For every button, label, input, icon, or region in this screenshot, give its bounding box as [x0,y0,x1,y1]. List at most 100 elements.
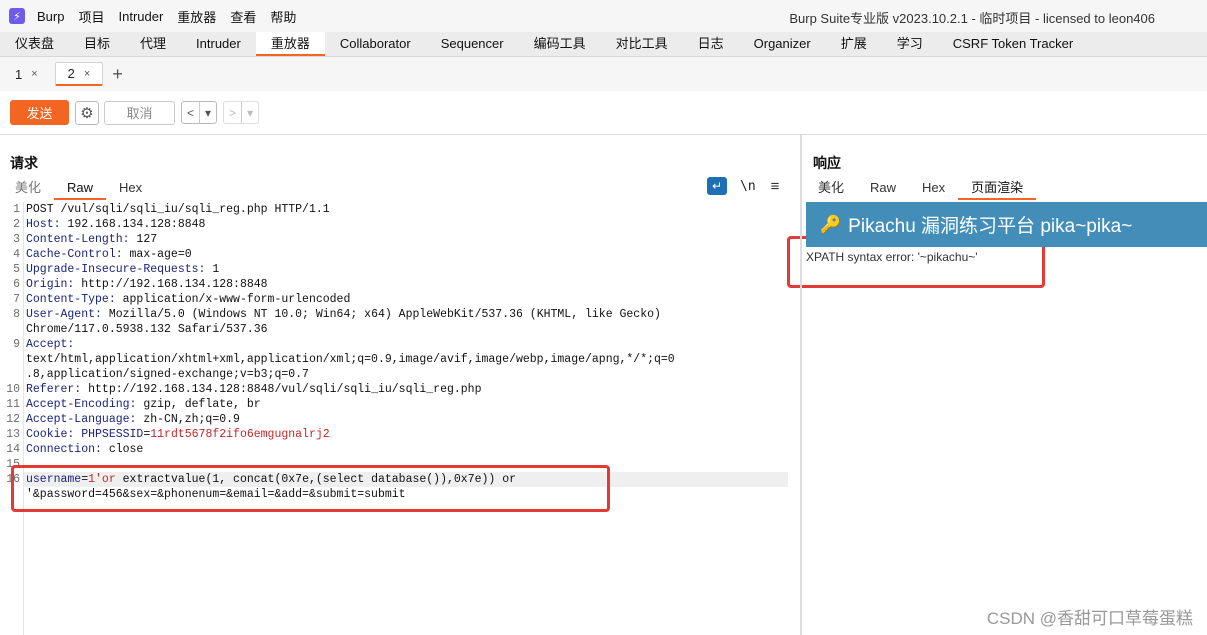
line-number: 13 [6,428,20,441]
tab-csrf-token-tracker[interactable]: CSRF Token Tracker [938,32,1088,56]
code-line[interactable]: text/html,application/xhtml+xml,applicat… [0,352,800,367]
menu-project[interactable]: 项目 [78,7,104,26]
code-line[interactable]: 10 Referer: http://192.168.134.128:8848/v… [0,382,800,397]
show-newlines-icon[interactable]: \n [740,179,756,194]
panel-divider[interactable] [800,135,802,635]
code-line[interactable]: 3 Content-Length: 127 [0,232,800,247]
window-title: Burp Suite专业版 v2023.10.2.1 - 临时项目 - lice… [789,11,1155,26]
code-token: Content-Type: [26,293,116,306]
code-token: gzip, deflate, br [136,398,261,411]
tab-repeater[interactable]: 重放器 [255,32,325,56]
repeater-tab-2[interactable]: 2 × [54,62,104,86]
code-line[interactable]: 8 User-Agent: Mozilla/5.0 (Windows NT 10.… [0,307,800,322]
repeater-toolbar: 发送 ⚙ 取消 < ▾ > ▾ [0,91,1207,135]
add-tab-icon[interactable]: + [112,64,123,85]
tab-learn[interactable]: 学习 [882,32,938,56]
tab-collaborator[interactable]: Collaborator [325,32,426,56]
chevron-left-icon[interactable]: < [182,106,199,120]
code-text: Origin: http://192.168.134.128:8848 [26,277,268,292]
tab-dashboard[interactable]: 仪表盘 [0,32,69,56]
line-number: 14 [6,443,20,456]
gear-icon[interactable]: ⚙ [75,100,99,125]
code-line[interactable]: 6 Origin: http://192.168.134.128:8848 [0,277,800,292]
line-number: 10 [6,383,20,396]
repeater-tab-label: 2 [67,66,75,81]
code-line[interactable]: 13 Cookie: PHPSESSID=11rdt5678f2ifo6emgug… [0,427,800,442]
code-line[interactable]: 7 Content-Type: application/x-www-form-ur… [0,292,800,307]
menu-repeater[interactable]: 重放器 [177,7,216,26]
request-editor[interactable]: 1 POST /vul/sqli/sqli_iu/sqli_reg.php HTT… [0,202,800,635]
code-line[interactable]: 5 Upgrade-Insecure-Requests: 1 [0,262,800,277]
history-back-group[interactable]: < ▾ [181,101,218,124]
tab-render[interactable]: 页面渲染 [958,178,1037,200]
tab-decoder[interactable]: 编码工具 [519,32,601,56]
code-line[interactable]: 4 Cache-Control: max-age=0 [0,247,800,262]
code-line[interactable]: Chrome/117.0.5938.132 Safari/537.36 [0,322,800,337]
tab-hex[interactable]: Hex [106,178,155,200]
code-token: Accept: [26,338,75,351]
code-line[interactable]: 2 Host: 192.168.134.128:8848 [0,217,800,232]
close-icon[interactable]: × [31,68,37,80]
code-text: Connection: close [26,442,143,457]
code-line[interactable]: 1 POST /vul/sqli/sqli_iu/sqli_reg.php HTT… [0,202,800,217]
code-text: text/html,application/xhtml+xml,applicat… [26,352,675,367]
code-line[interactable]: 12 Accept-Language: zh-CN,zh;q=0.9 [0,412,800,427]
menu-intruder[interactable]: Intruder [118,9,163,24]
tab-hex[interactable]: Hex [909,178,958,200]
code-text: Referer: http://192.168.134.128:8848/vul… [26,382,481,397]
tab-intruder[interactable]: Intruder [181,32,256,56]
code-text: User-Agent: Mozilla/5.0 (Windows NT 10.0… [26,307,661,322]
word-wrap-icon[interactable]: ↵ [707,177,727,195]
code-text: Content-Length: 127 [26,232,157,247]
code-line[interactable]: 9 Accept: [0,337,800,352]
line-number: 12 [6,413,20,426]
menu-bar: ⚡ Burp 项目 Intruder 重放器 查看 帮助 Burp Suite专… [0,0,1207,32]
chevron-down-icon[interactable]: ▾ [242,106,258,120]
response-title: 响应 [813,155,841,171]
menu-help[interactable]: 帮助 [270,7,296,26]
tab-sequencer[interactable]: Sequencer [426,32,519,56]
code-text: Upgrade-Insecure-Requests: 1 [26,262,219,277]
line-number: 4 [13,248,20,261]
hamburger-menu-icon[interactable]: ≡ [771,178,780,195]
history-forward-group[interactable]: > ▾ [223,101,260,124]
send-button[interactable]: 发送 [10,100,69,125]
tab-pretty[interactable]: 美化 [2,178,54,200]
repeater-tab-1[interactable]: 1 × [3,62,50,86]
line-number: 1 [13,203,20,216]
line-number: 5 [13,263,20,276]
code-text: Chrome/117.0.5938.132 Safari/537.36 [26,322,268,337]
tab-raw[interactable]: Raw [54,178,107,200]
chevron-right-icon[interactable]: > [224,106,241,120]
code-line[interactable]: 14 Connection: close [0,442,800,457]
tab-organizer[interactable]: Organizer [739,32,826,56]
burp-logo-icon: ⚡ [9,8,25,24]
chevron-down-icon[interactable]: ▾ [200,106,216,120]
tab-logger[interactable]: 日志 [683,32,739,56]
tab-comparer[interactable]: 对比工具 [601,32,683,56]
code-token: Cache-Control: [26,248,123,261]
tab-extensions[interactable]: 扩展 [826,32,882,56]
tab-proxy[interactable]: 代理 [125,32,181,56]
response-view-tabs: 美化 Raw Hex 页面渲染 [805,178,1037,200]
code-text: .8,application/signed-exchange;v=b3;q=0.… [26,367,309,382]
code-token: Host: [26,218,61,231]
line-number: 8 [13,308,20,321]
request-view-tabs: 美化 Raw Hex [2,178,155,200]
code-text: Cookie: PHPSESSID=11rdt5678f2ifo6emgugna… [26,427,330,442]
tab-target[interactable]: 目标 [69,32,125,56]
code-token: Referer: [26,383,82,396]
tab-pretty[interactable]: 美化 [805,178,857,200]
code-line[interactable]: 11 Accept-Encoding: gzip, deflate, br [0,397,800,412]
repeater-tab-label: 1 [15,66,23,82]
code-token: User-Agent: [26,308,102,321]
menu-view[interactable]: 查看 [230,7,256,26]
close-icon[interactable]: × [84,68,90,80]
menu-burp[interactable]: Burp [37,9,64,24]
cancel-button[interactable]: 取消 [104,100,175,125]
annotation-box-payload [11,465,610,512]
code-text: Host: 192.168.134.128:8848 [26,217,205,232]
code-line[interactable]: .8,application/signed-exchange;v=b3;q=0.… [0,367,800,382]
code-text: POST /vul/sqli/sqli_iu/sqli_reg.php HTTP… [26,202,330,217]
tab-raw[interactable]: Raw [857,178,909,200]
